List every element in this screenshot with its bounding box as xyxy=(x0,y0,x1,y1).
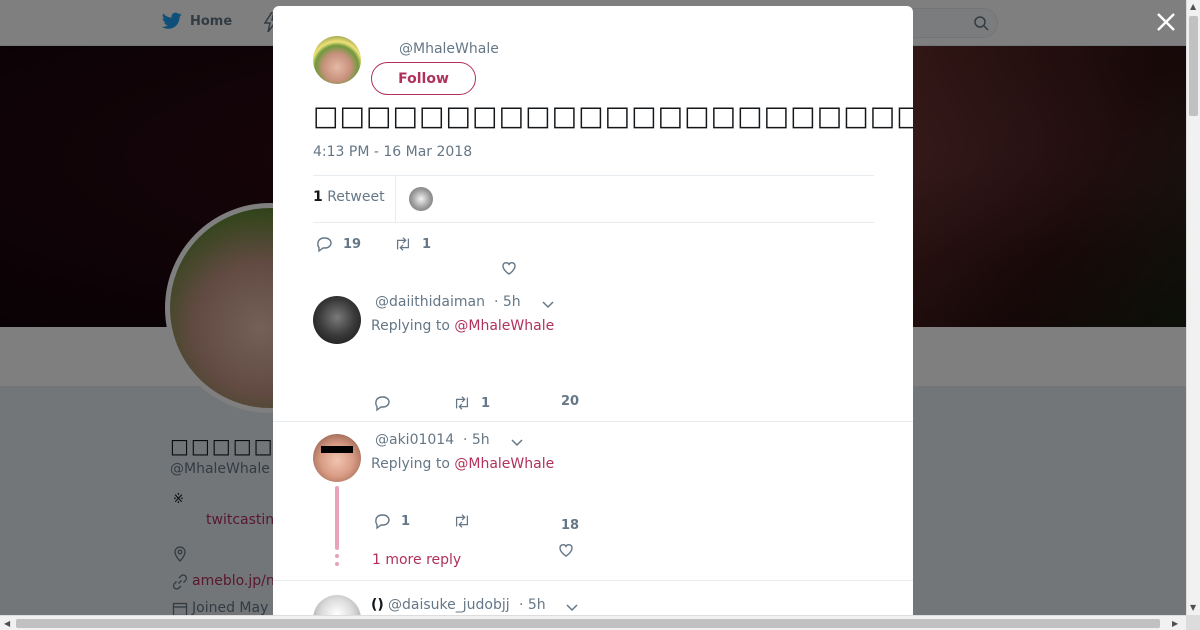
author-avatar[interactable] xyxy=(313,36,361,84)
tweet-modal: @MhaleWhale Follow □□□□□□□□□□□□□□□□□□□□□… xyxy=(273,6,913,615)
reply-count: 1 xyxy=(401,513,411,529)
follow-button[interactable]: Follow xyxy=(371,62,476,95)
retweeter-avatar[interactable] xyxy=(409,187,433,211)
reply-name[interactable]: () xyxy=(371,597,384,613)
reply-mention[interactable]: @MhaleWhale xyxy=(454,318,554,334)
more-replies-link[interactable]: 1 more reply xyxy=(372,552,461,568)
heart-icon xyxy=(502,262,516,275)
reply-icon xyxy=(317,237,332,253)
like-action[interactable] xyxy=(500,259,518,277)
retweet-stat-label: Retweet xyxy=(327,189,385,205)
reply-handle[interactable]: @daisuke_judobjj xyxy=(388,597,510,613)
retweet-stat-count: 1 xyxy=(313,189,323,205)
retweet-icon xyxy=(396,237,410,251)
thread-line xyxy=(335,486,339,550)
reply-item[interactable]: @daiithidaiman · 5h Replying to @MhaleWh… xyxy=(273,278,913,422)
heart-icon xyxy=(559,544,573,557)
retweet-icon xyxy=(455,396,469,410)
reply-handle[interactable]: @daiithidaiman xyxy=(375,294,485,310)
reply-time[interactable]: · 5h xyxy=(519,597,546,613)
reply-icon xyxy=(375,514,390,530)
reply-icon xyxy=(375,396,390,412)
reply-avatar[interactable] xyxy=(313,434,361,482)
reply-action[interactable] xyxy=(373,394,401,412)
retweet-action[interactable]: 1 xyxy=(394,235,431,253)
close-icon xyxy=(1157,13,1175,31)
scroll-up-icon[interactable]: ▲ xyxy=(1190,2,1196,11)
vertical-scrollbar[interactable]: ▲ ▼ xyxy=(1186,0,1200,615)
reply-action[interactable]: 1 xyxy=(373,512,410,530)
tweet-stats: 1 Retweet xyxy=(313,175,874,223)
like-heart-action[interactable] xyxy=(557,541,575,559)
replying-to: Replying to @MhaleWhale xyxy=(371,456,554,472)
like-action[interactable]: 18 xyxy=(561,518,579,533)
tweet-text: □□□□□□□□□□□□□□□□□□□□□□□□□□□□□□□□□□□□□□□□… xyxy=(313,101,913,132)
author-handle[interactable]: @MhaleWhale xyxy=(399,41,499,57)
close-button[interactable] xyxy=(1154,12,1178,36)
reply-time[interactable]: · 5h xyxy=(494,294,521,310)
censor-bar xyxy=(321,446,353,453)
retweet-count: 1 xyxy=(422,236,432,252)
replying-to: Replying to @MhaleWhale xyxy=(371,318,554,334)
reply-handle[interactable]: @aki01014 xyxy=(375,432,454,448)
horizontal-scrollbar[interactable]: ◀ ▶ xyxy=(0,615,1186,630)
chevron-down-icon[interactable] xyxy=(565,600,579,614)
retweet-stat[interactable]: 1 Retweet xyxy=(313,189,385,205)
vertical-scroll-thumb[interactable] xyxy=(1189,16,1198,116)
retweet-icon xyxy=(455,514,469,528)
stats-divider xyxy=(395,176,396,223)
thread-line-dot xyxy=(335,562,339,566)
replying-prefix: Replying to xyxy=(371,456,450,472)
reply-item[interactable]: () @daisuke_judobjj · 5h xyxy=(273,581,913,615)
chevron-down-icon[interactable] xyxy=(541,297,555,311)
like-count: 20 xyxy=(561,394,580,409)
reply-item[interactable]: @aki01014 · 5h Replying to @MhaleWhale 1… xyxy=(273,422,913,581)
retweet-action[interactable] xyxy=(453,512,481,530)
retweet-action[interactable]: 1 xyxy=(453,394,490,412)
reply-avatar[interactable] xyxy=(313,296,361,344)
scrollbar-corner xyxy=(1186,615,1200,630)
tweet-timestamp: 4:13 PM - 16 Mar 2018 xyxy=(313,144,473,160)
like-count: 18 xyxy=(561,518,580,533)
scroll-left-icon[interactable]: ◀ xyxy=(4,619,10,628)
chevron-down-icon[interactable] xyxy=(510,435,524,449)
reply-avatar[interactable] xyxy=(313,595,361,615)
like-action[interactable]: 20 xyxy=(561,394,579,409)
replying-prefix: Replying to xyxy=(371,318,450,334)
scroll-right-icon[interactable]: ▶ xyxy=(1172,619,1178,628)
reply-action[interactable]: 19 xyxy=(315,235,361,253)
thread-line-dot xyxy=(335,554,339,558)
scroll-down-icon[interactable]: ▼ xyxy=(1190,603,1196,612)
reply-count: 19 xyxy=(343,236,362,252)
horizontal-scroll-thumb[interactable] xyxy=(16,619,1160,628)
retweet-count: 1 xyxy=(481,395,491,411)
reply-mention[interactable]: @MhaleWhale xyxy=(454,456,554,472)
reply-time[interactable]: · 5h xyxy=(463,432,490,448)
